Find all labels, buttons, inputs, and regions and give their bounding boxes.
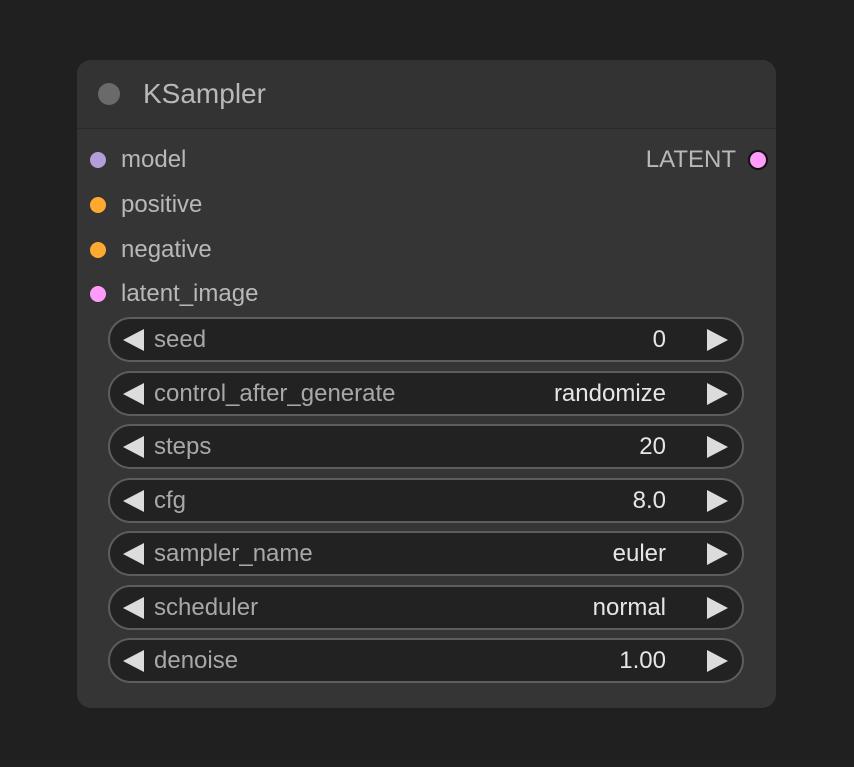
widget-label: cfg	[154, 487, 187, 514]
widget-label: denoise	[154, 647, 239, 674]
right-triangle-icon[interactable]	[707, 650, 728, 672]
left-triangle-icon[interactable]	[123, 650, 144, 672]
right-triangle-icon[interactable]	[707, 490, 728, 512]
right-triangle-icon[interactable]	[707, 597, 728, 619]
widget-seed[interactable]: seed 0	[108, 317, 744, 362]
widget-value[interactable]: 20	[639, 433, 666, 461]
input-slot-latent-image[interactable]: latent_image	[90, 280, 340, 308]
input-slot-label: model	[121, 146, 187, 173]
input-slot-dot-icon[interactable]	[90, 152, 106, 168]
left-triangle-icon[interactable]	[123, 543, 144, 565]
output-slot-label: LATENT	[645, 146, 736, 173]
widget-control-after-generate[interactable]: control_after_generate randomize	[108, 371, 744, 416]
widget-label: steps	[154, 433, 212, 460]
output-slot-latent[interactable]: LATENT	[566, 146, 766, 174]
right-triangle-icon[interactable]	[707, 383, 728, 405]
widget-value[interactable]: randomize	[554, 380, 666, 408]
widget-steps[interactable]: steps 20	[108, 424, 744, 469]
widget-label: sampler_name	[154, 540, 313, 567]
widget-value[interactable]: normal	[593, 594, 666, 622]
input-slot-negative[interactable]: negative	[90, 236, 290, 264]
left-triangle-icon[interactable]	[123, 490, 144, 512]
widget-sampler-name[interactable]: sampler_name euler	[108, 531, 744, 576]
input-slot-positive[interactable]: positive	[90, 191, 290, 219]
widget-value[interactable]: euler	[613, 540, 666, 568]
widget-cfg[interactable]: cfg 8.0	[108, 478, 744, 523]
widget-denoise[interactable]: denoise 1.00	[108, 638, 744, 683]
input-slot-label: latent_image	[121, 280, 259, 307]
widget-value[interactable]: 1.00	[619, 647, 666, 675]
left-triangle-icon[interactable]	[123, 597, 144, 619]
left-triangle-icon[interactable]	[123, 436, 144, 458]
right-triangle-icon[interactable]	[707, 329, 728, 351]
widget-label: scheduler	[154, 594, 259, 621]
widget-value[interactable]: 0	[653, 326, 666, 354]
node-title: KSampler	[143, 78, 266, 109]
input-slot-label: negative	[121, 236, 212, 263]
left-triangle-icon[interactable]	[123, 329, 144, 351]
right-triangle-icon[interactable]	[707, 543, 728, 565]
ksampler-node[interactable]: KSampler model positive negative latent_…	[77, 60, 776, 708]
input-slot-model[interactable]: model	[90, 146, 290, 174]
widget-scheduler[interactable]: scheduler normal	[108, 585, 744, 630]
output-slot-dot-icon[interactable]	[750, 152, 766, 168]
node-collapse-dot-icon[interactable]	[98, 83, 120, 105]
input-slot-label: positive	[121, 191, 203, 218]
input-slot-dot-icon[interactable]	[90, 242, 106, 258]
widget-label: seed	[154, 326, 207, 353]
widget-label: control_after_generate	[154, 380, 396, 407]
node-header[interactable]: KSampler	[77, 60, 776, 129]
input-slot-dot-icon[interactable]	[90, 197, 106, 213]
widget-value[interactable]: 8.0	[633, 487, 666, 515]
left-triangle-icon[interactable]	[123, 383, 144, 405]
right-triangle-icon[interactable]	[707, 436, 728, 458]
input-slot-dot-icon[interactable]	[90, 286, 106, 302]
